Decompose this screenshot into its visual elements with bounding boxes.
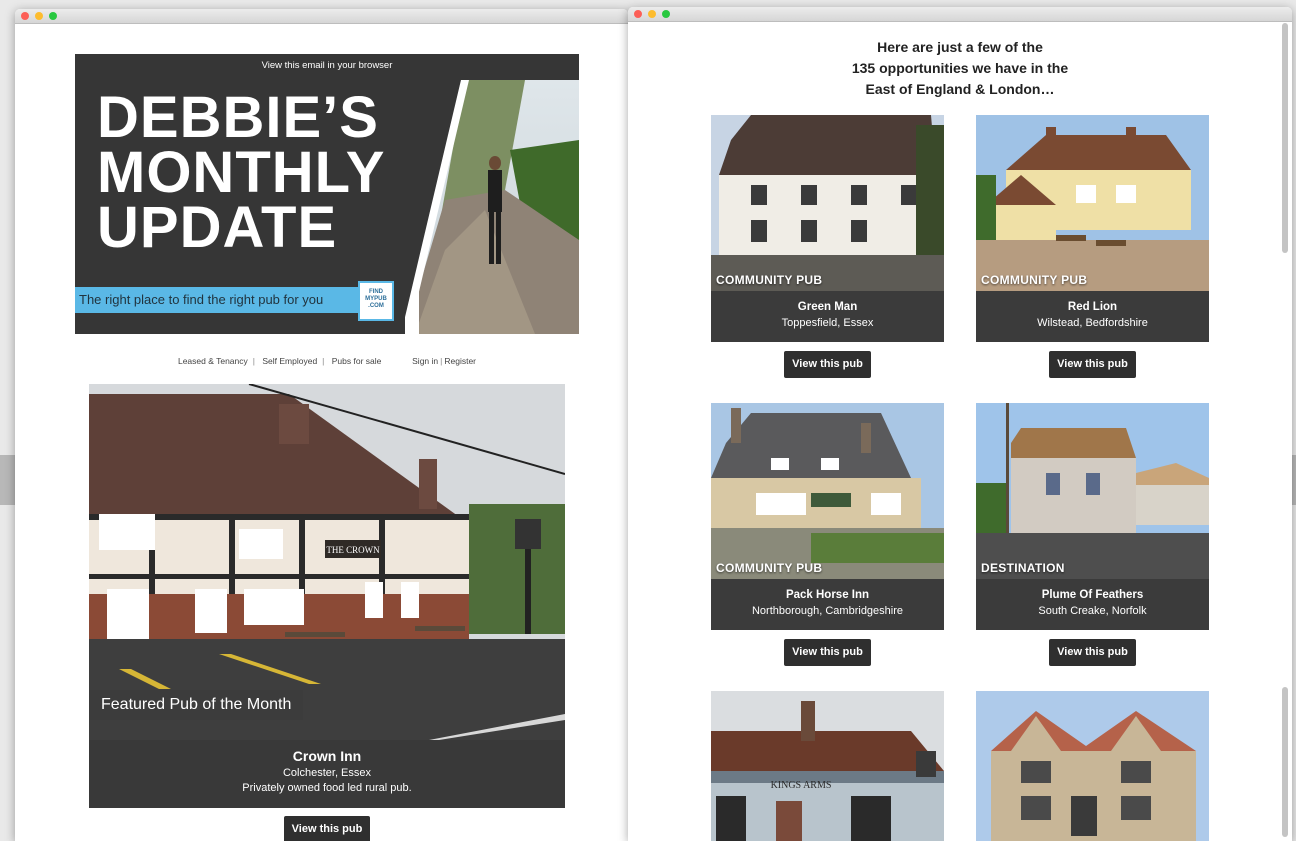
email-nav: Leased & Tenancy | Self Employed | Pubs fo…	[177, 356, 477, 366]
pub-photo: COMMUNITY PUB	[976, 115, 1209, 291]
nav-sign-in[interactable]: Sign in	[412, 356, 438, 366]
nav-self-employed[interactable]: Self Employed	[262, 356, 317, 366]
pub-card	[976, 691, 1209, 841]
logo-text: FIND MYPUB .COM	[365, 289, 387, 309]
hero-title-line: UPDATE	[97, 195, 338, 260]
nav-leased-tenancy[interactable]: Leased & Tenancy	[178, 356, 248, 366]
pub-category-tag: DESTINATION	[981, 561, 1065, 575]
pub-name: Green Man	[797, 301, 858, 313]
intro-line: East of England & London…	[865, 81, 1055, 97]
window-titlebar	[628, 7, 1292, 22]
browser-window-left: View this email in your browser DEBBIE’S…	[15, 9, 628, 841]
pub-name: Red Lion	[1067, 301, 1118, 313]
pub-category-tag: COMMUNITY PUB	[716, 273, 823, 287]
hero-banner: View this email in your browser DEBBIE’S…	[75, 54, 579, 334]
pub-photo	[976, 691, 1209, 841]
pub-photo: KINGS ARMS	[711, 691, 944, 841]
featured-pub-card: THE CROWN Featured Pub of the Month Crow…	[89, 384, 565, 808]
pub-card: DESTINATION Plume Of Feathers South Crea…	[976, 403, 1209, 666]
pub-caption: Red Lion Wilstead, Bedfordshire	[976, 291, 1209, 342]
pub-card: KINGS ARMS	[711, 691, 944, 841]
pub-sign-text: THE CROWN	[326, 545, 380, 555]
pub-caption: Green Man Toppesfield, Essex	[711, 291, 944, 342]
pub-location: Northborough, Cambridgeshire	[751, 605, 904, 617]
hero-title-line: MONTHLY	[97, 140, 386, 205]
pub-name: Pack Horse Inn	[785, 589, 870, 601]
pub-list-intro: Here are just a few of the 135 opportuni…	[711, 37, 1209, 100]
minimize-window-icon[interactable]	[35, 12, 43, 20]
view-pub-button[interactable]: View this pub	[1049, 639, 1136, 666]
featured-pub-location: Colchester, Essex	[282, 767, 372, 779]
close-window-icon[interactable]	[634, 10, 642, 18]
featured-view-pub-button[interactable]: View this pub	[283, 816, 371, 841]
pub-caption: Plume Of Feathers South Creake, Norfolk	[976, 579, 1209, 630]
featured-pub-photo: THE CROWN	[89, 384, 565, 740]
pub-caption: Pack Horse Inn Northborough, Cambridgesh…	[711, 579, 944, 630]
featured-pub-description: Privately owned food led rural pub.	[242, 782, 412, 794]
email-newsletter-left: View this email in your browser DEBBIE’S…	[75, 54, 579, 841]
pub-category-tag: COMMUNITY PUB	[716, 561, 823, 575]
scrollbar-thumb[interactable]	[1282, 23, 1288, 253]
maximize-window-icon[interactable]	[49, 12, 57, 20]
findmypub-logo: FIND MYPUB .COM	[358, 281, 394, 321]
pub-photo: DESTINATION	[976, 403, 1209, 579]
hero-photo-woman-on-path	[405, 80, 579, 334]
view-pub-button[interactable]: View this pub	[784, 351, 871, 378]
email-newsletter-right: Here are just a few of the 135 opportuni…	[711, 37, 1209, 841]
tagline: The right place to find the right pub fo…	[75, 287, 375, 313]
pub-location: South Creake, Norfolk	[1038, 605, 1147, 617]
featured-pub-name: Crown Inn	[292, 748, 362, 764]
pub-sign-text: KINGS ARMS	[771, 780, 832, 791]
nav-pubs-for-sale[interactable]: Pubs for sale	[332, 356, 382, 366]
browser-window-right: Here are just a few of the 135 opportuni…	[628, 7, 1292, 841]
pub-location: Toppesfield, Essex	[781, 317, 874, 329]
pub-name: Plume Of Feathers	[1041, 589, 1144, 601]
pub-category-tag: COMMUNITY PUB	[981, 273, 1088, 287]
close-window-icon[interactable]	[21, 12, 29, 20]
maximize-window-icon[interactable]	[662, 10, 670, 18]
view-in-browser-link[interactable]: View this email in your browser	[75, 54, 579, 80]
view-pub-button[interactable]: View this pub	[1049, 351, 1136, 378]
featured-pub-label: Featured Pub of the Month	[89, 690, 304, 720]
minimize-window-icon[interactable]	[648, 10, 656, 18]
intro-line: Here are just a few of the	[877, 39, 1043, 55]
pub-location: Wilstead, Bedfordshire	[1037, 317, 1148, 329]
pub-photo: COMMUNITY PUB	[711, 403, 944, 579]
intro-line: 135 opportunities we have in the	[851, 60, 1069, 76]
scrollbar-track[interactable]	[1282, 687, 1288, 837]
pub-card: COMMUNITY PUB Pack Horse Inn Northboroug…	[711, 403, 944, 666]
nav-register[interactable]: Register	[444, 356, 476, 366]
featured-pub-caption: Crown Inn Colchester, Essex Privately ow…	[89, 740, 565, 794]
window-titlebar	[15, 9, 628, 24]
hero-title: DEBBIE’S MONTHLY UPDATE	[97, 85, 386, 260]
pub-card: COMMUNITY PUB Red Lion Wilstead, Bedford…	[976, 115, 1209, 378]
pub-card: COMMUNITY PUB Green Man Toppesfield, Ess…	[711, 115, 944, 378]
hero-title-line: DEBBIE’S	[97, 85, 379, 150]
view-pub-button[interactable]: View this pub	[784, 639, 871, 666]
pub-photo: COMMUNITY PUB	[711, 115, 944, 291]
